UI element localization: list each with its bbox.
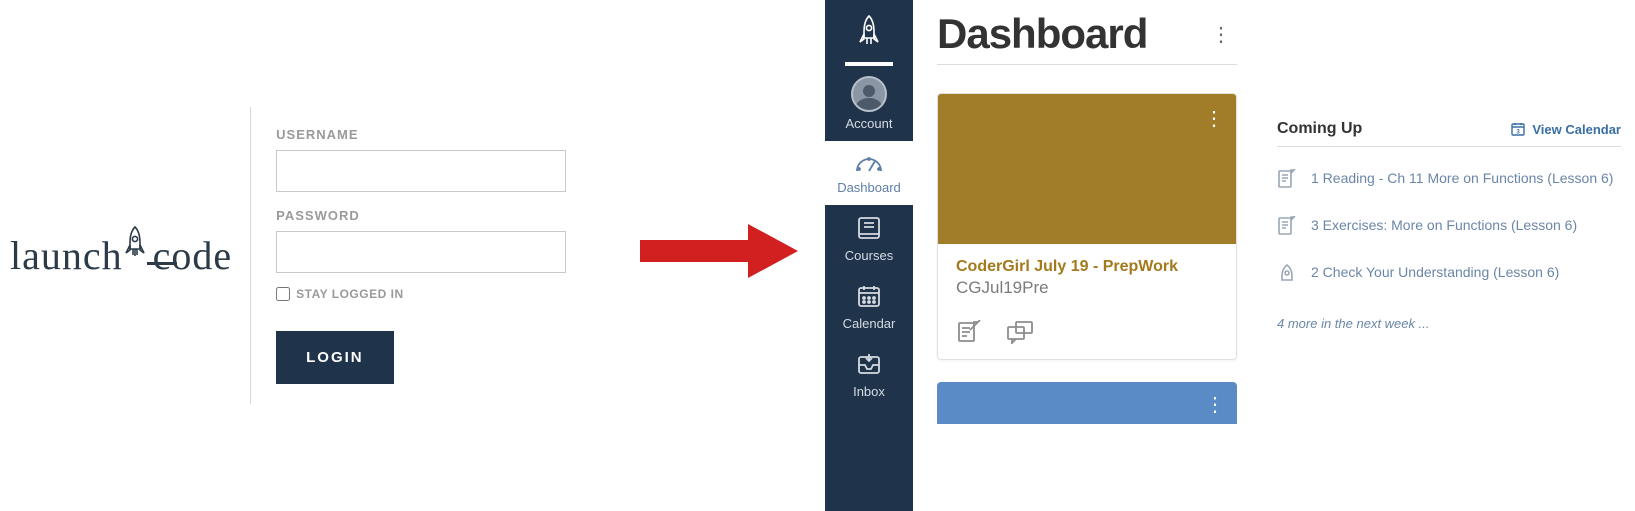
username-input[interactable]	[276, 150, 566, 192]
stay-logged-in-checkbox[interactable]	[276, 287, 290, 301]
login-panel: launch code USERNAME PASSWORD STAY LOGGED…	[10, 0, 610, 511]
course-card-2-options[interactable]: ⋮	[1199, 386, 1231, 423]
gauge-icon	[853, 151, 885, 173]
password-input[interactable]	[276, 231, 566, 273]
course-card-2[interactable]: ⋮	[937, 382, 1237, 424]
sidebar-logo-icon[interactable]	[845, 0, 893, 66]
dashboard-options-button[interactable]: ⋮	[1205, 16, 1237, 53]
course-card-body: CoderGirl July 19 - PrepWork CGJul19Pre	[938, 244, 1236, 359]
login-button[interactable]: LOGIN	[276, 331, 394, 384]
view-calendar-link[interactable]: 3 View Calendar	[1510, 121, 1621, 137]
sidebar-label-account: Account	[825, 116, 913, 131]
center-column: Dashboard ⋮ ⋮ CoderGirl July 19 - PrepWo…	[937, 10, 1237, 511]
course-card-hero: ⋮	[938, 94, 1236, 244]
course-card-title: CoderGirl July 19 - PrepWork	[956, 258, 1218, 276]
upcoming-item-1-text: 1 Reading - Ch 11 More on Functions (Les…	[1311, 169, 1613, 194]
logo-text-left: launch	[10, 233, 123, 278]
stay-logged-in-label: STAY LOGGED IN	[296, 287, 403, 301]
sidebar-item-courses[interactable]: Courses	[825, 205, 913, 273]
sidebar-item-dashboard[interactable]: Dashboard	[825, 141, 913, 205]
upcoming-item-3[interactable]: 2 Check Your Understanding (Lesson 6)	[1277, 263, 1621, 288]
launchcode-logo: launch code	[10, 232, 232, 279]
more-upcoming-link[interactable]: 4 more in the next week ...	[1277, 316, 1621, 331]
main-area: Dashboard ⋮ ⋮ CoderGirl July 19 - PrepWo…	[913, 0, 1635, 511]
assignments-icon[interactable]	[956, 320, 982, 349]
sidebar-label-courses: Courses	[825, 248, 913, 263]
stay-logged-in-row[interactable]: STAY LOGGED IN	[276, 287, 570, 301]
sidebar-label-inbox: Inbox	[825, 384, 913, 399]
upcoming-item-1[interactable]: 1 Reading - Ch 11 More on Functions (Les…	[1277, 169, 1621, 194]
sidebar-item-calendar[interactable]: Calendar	[825, 273, 913, 341]
course-card-subtitle: CGJul19Pre	[956, 278, 1218, 298]
coming-up-title: Coming Up	[1277, 120, 1362, 138]
discussions-icon[interactable]	[1006, 320, 1034, 349]
coming-up-header: Coming Up 3 View Calendar	[1277, 120, 1621, 147]
login-form: USERNAME PASSWORD STAY LOGGED IN LOGIN	[250, 107, 570, 404]
calendar-small-icon: 3	[1510, 121, 1526, 137]
upcoming-item-2-text: 3 Exercises: More on Functions (Lesson 6…	[1311, 216, 1577, 241]
assignment-icon	[1277, 169, 1297, 194]
arrow-icon	[640, 220, 800, 285]
title-row: Dashboard ⋮	[937, 10, 1237, 65]
sidebar-item-inbox[interactable]: Inbox	[825, 341, 913, 409]
course-card-1-options[interactable]: ⋮	[1198, 100, 1230, 137]
quiz-icon	[1277, 263, 1297, 288]
assignment-icon	[1277, 216, 1297, 241]
rocket-icon	[123, 232, 153, 279]
sidebar-label-dashboard: Dashboard	[825, 180, 913, 195]
calendar-icon	[855, 283, 883, 309]
inbox-icon	[855, 351, 883, 377]
view-calendar-label: View Calendar	[1532, 122, 1621, 137]
password-label: PASSWORD	[276, 208, 570, 223]
dashboard-panel: Account Dashboard Courses Calendar Inbox…	[825, 0, 1635, 511]
page-title: Dashboard	[937, 10, 1147, 58]
book-icon	[855, 215, 883, 241]
avatar-icon	[851, 76, 887, 112]
sidebar-item-account[interactable]: Account	[825, 66, 913, 141]
coming-up-column: Coming Up 3 View Calendar 1 Reading - Ch…	[1277, 10, 1621, 511]
course-card-icons	[956, 320, 1218, 349]
logo-text-right: code	[153, 233, 233, 278]
upcoming-item-3-text: 2 Check Your Understanding (Lesson 6)	[1311, 263, 1559, 288]
username-label: USERNAME	[276, 127, 570, 142]
upcoming-item-2[interactable]: 3 Exercises: More on Functions (Lesson 6…	[1277, 216, 1621, 241]
sidebar: Account Dashboard Courses Calendar Inbox	[825, 0, 913, 511]
sidebar-label-calendar: Calendar	[825, 316, 913, 331]
course-card-1[interactable]: ⋮ CoderGirl July 19 - PrepWork CGJul19Pr…	[937, 93, 1237, 360]
